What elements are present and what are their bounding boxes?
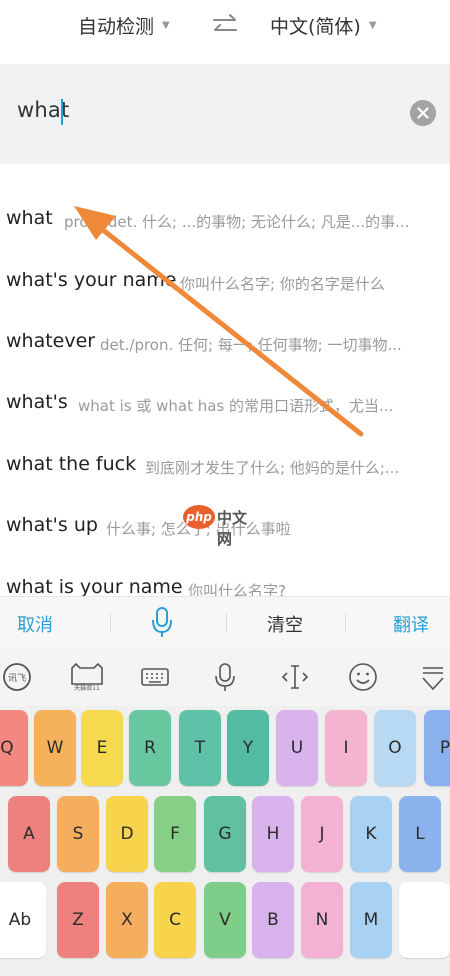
key-l[interactable]: L (399, 796, 441, 872)
key-w[interactable]: W (34, 710, 76, 786)
key-n[interactable]: N (301, 882, 343, 958)
text-cursor (61, 99, 63, 125)
watermark-text: 中文网 (217, 509, 248, 548)
key-p[interactable]: P (424, 710, 450, 786)
suggestion-word: what's (6, 391, 68, 413)
key-r[interactable]: R (129, 710, 171, 786)
suggestion-word: what's your name (6, 269, 177, 291)
source-language-label: 自动检测 (78, 15, 155, 38)
php-watermark: php 中文网 (183, 504, 259, 548)
keyboard: Q W E R T Y U I O P A S D F G H J K L Ab… (0, 706, 450, 976)
suggestion-definition: det./pron. 任何; 每一; 任何事物; 一切事物... (100, 336, 402, 354)
skin-label: 天猫双11 (74, 684, 100, 692)
microphone-icon[interactable] (210, 662, 240, 692)
ifly-logo-text: 讯飞 (8, 673, 26, 684)
cancel-button[interactable]: 取消 (17, 611, 53, 637)
suggestion-item[interactable]: what's your name 你叫什么名字; 你的名字是什么 (0, 255, 450, 303)
suggestion-definition: pron./det. 什么; ...的事物; 无论什么; 凡是...的事... (64, 213, 410, 231)
key-a[interactable]: A (8, 796, 50, 872)
key-b[interactable]: B (252, 882, 294, 958)
suggestion-word: what the fuck (6, 453, 137, 475)
key-q[interactable]: Q (0, 710, 28, 786)
key-j[interactable]: J (301, 796, 343, 872)
language-bar: 自动检测 ▼ 中文(简体) ▼ (0, 0, 450, 52)
target-language-label: 中文(简体) (270, 15, 361, 38)
key-u[interactable]: U (276, 710, 318, 786)
key-i[interactable]: I (325, 710, 367, 786)
suggestion-item[interactable]: what pron./det. 什么; ...的事物; 无论什么; 凡是...的… (0, 193, 450, 241)
translate-button[interactable]: 翻译 (393, 611, 429, 637)
key-t[interactable]: T (179, 710, 221, 786)
key-v[interactable]: V (204, 882, 246, 958)
key-f[interactable]: F (154, 796, 196, 872)
suggestion-word: whatever (6, 330, 96, 352)
divider (345, 613, 346, 633)
suggestion-definition: 到底刚才发生了什么; 他妈的是什么;... (145, 459, 400, 477)
suggestion-item[interactable]: what the fuck 到底刚才发生了什么; 他妈的是什么;... (0, 439, 450, 487)
clear-button[interactable]: 清空 (267, 611, 303, 637)
key-y[interactable]: Y (227, 710, 269, 786)
suggestion-definition: what is 或 what has 的常用口语形式，尤当... (78, 397, 394, 415)
suggestion-item[interactable]: what's what is 或 what has 的常用口语形式，尤当... (0, 377, 450, 425)
chevron-down-icon: ▼ (162, 19, 170, 31)
suggestion-word: what's up (6, 514, 98, 536)
suggestion-definition: 什么事; 怎么了; 出什么事啦 (106, 520, 291, 538)
hide-keyboard-icon[interactable] (418, 662, 448, 692)
suggestion-word: what is your name (6, 576, 183, 598)
key-d[interactable]: D (106, 796, 148, 872)
action-bar: 取消 清空 翻译 (0, 596, 450, 648)
key-k[interactable]: K (350, 796, 392, 872)
swap-languages-icon[interactable] (210, 12, 240, 38)
suggestion-definition: 你叫什么名字; 你的名字是什么 (180, 275, 385, 293)
suggestion-item[interactable]: whatever det./pron. 任何; 每一; 任何事物; 一切事物..… (0, 316, 450, 364)
keyboard-icon[interactable] (140, 662, 170, 692)
source-language-selector[interactable]: 自动检测 ▼ (78, 8, 170, 42)
divider (226, 613, 227, 633)
key-c[interactable]: C (154, 882, 196, 958)
php-logo-icon: php (183, 505, 215, 529)
divider (110, 613, 111, 633)
ifly-logo-icon[interactable]: 讯飞 (2, 662, 32, 692)
shift-key[interactable]: Ab (0, 882, 46, 958)
key-z[interactable]: Z (57, 882, 99, 958)
key-h[interactable]: H (252, 796, 294, 872)
tmall-icon[interactable]: 天猫双11 (66, 662, 108, 692)
clear-input-icon[interactable] (410, 100, 436, 126)
voice-input-icon[interactable] (150, 605, 174, 639)
key-e[interactable]: E (81, 710, 123, 786)
chevron-down-icon: ▼ (368, 19, 377, 31)
key-g[interactable]: G (204, 796, 246, 872)
key-x[interactable]: X (106, 882, 148, 958)
cursor-move-icon[interactable] (280, 662, 310, 692)
target-language-selector[interactable]: 中文(简体) ▼ (270, 8, 377, 42)
key-m[interactable]: M (350, 882, 392, 958)
suggestion-word: what (6, 207, 53, 229)
key-o[interactable]: O (374, 710, 416, 786)
backspace-key[interactable] (399, 882, 450, 958)
keyboard-toolbar: 讯飞 天猫双11 (0, 648, 450, 706)
emoji-icon[interactable] (348, 662, 378, 692)
key-s[interactable]: S (57, 796, 99, 872)
